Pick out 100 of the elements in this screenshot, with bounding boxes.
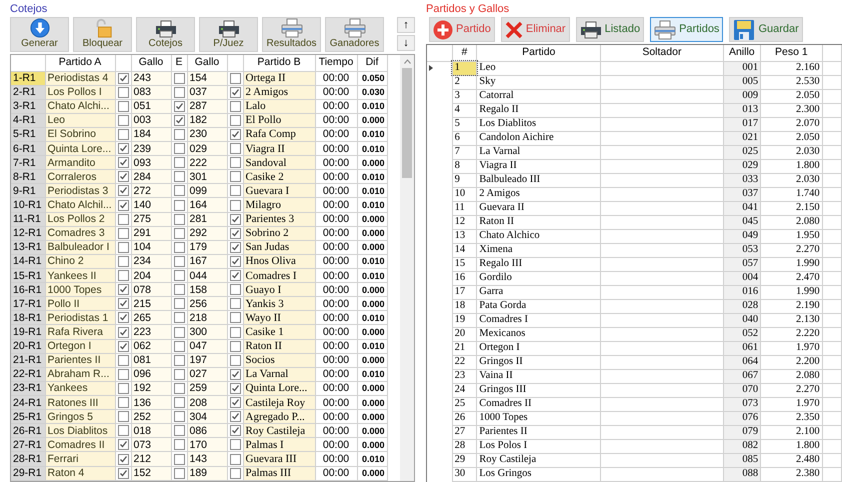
- row-header[interactable]: 3-R1: [11, 99, 45, 114]
- column-header[interactable]: Gallo: [131, 55, 171, 71]
- row-header[interactable]: 21-R1: [11, 353, 45, 368]
- row-header[interactable]: 7-R1: [11, 156, 45, 170]
- checkbox[interactable]: [174, 185, 184, 196]
- checkbox[interactable]: [118, 298, 128, 310]
- checkbox[interactable]: [230, 382, 240, 394]
- row-header[interactable]: 26-R1: [11, 424, 45, 438]
- checkbox[interactable]: [118, 284, 128, 296]
- row-header[interactable]: 9-R1: [11, 184, 45, 198]
- row-header[interactable]: 5-R1: [11, 127, 45, 142]
- checkbox[interactable]: [174, 382, 184, 394]
- checkbox[interactable]: [230, 425, 240, 436]
- scrollbar-thumb[interactable]: [402, 68, 412, 178]
- row-header[interactable]: 15-R1: [11, 268, 45, 283]
- checkbox[interactable]: [230, 86, 240, 98]
- row-header[interactable]: 23-R1: [11, 381, 45, 396]
- move-button[interactable]: ↓: [397, 35, 415, 51]
- checkbox[interactable]: [174, 114, 184, 126]
- checkbox[interactable]: [174, 312, 184, 324]
- checkbox[interactable]: [230, 157, 240, 168]
- checkbox[interactable]: [230, 256, 240, 267]
- row-header[interactable]: 11-R1: [11, 212, 45, 226]
- checkbox[interactable]: [118, 425, 128, 436]
- checkbox[interactable]: [174, 157, 184, 168]
- column-header[interactable]: Soltador: [600, 45, 724, 61]
- checkbox[interactable]: [174, 354, 184, 366]
- checkbox[interactable]: [174, 411, 184, 422]
- checkbox[interactable]: [118, 368, 128, 380]
- row-header[interactable]: 16-R1: [11, 282, 45, 297]
- checkbox[interactable]: [230, 312, 240, 324]
- row-header[interactable]: 25-R1: [11, 410, 45, 424]
- toolbar-button[interactable]: Resultados: [262, 17, 321, 52]
- row-header[interactable]: 4-R1: [11, 113, 45, 128]
- row-header[interactable]: 8-R1: [11, 170, 45, 184]
- checkbox[interactable]: [118, 326, 128, 338]
- checkbox[interactable]: [118, 411, 128, 422]
- checkbox[interactable]: [230, 214, 240, 225]
- checkbox[interactable]: [118, 382, 128, 394]
- checkbox[interactable]: [174, 326, 184, 338]
- checkbox[interactable]: [118, 114, 128, 126]
- checkbox[interactable]: [230, 143, 240, 154]
- column-header[interactable]: Tiempo: [315, 55, 357, 71]
- toolbar-button[interactable]: Bloquear: [73, 17, 132, 52]
- row-header[interactable]: 12-R1: [11, 226, 45, 240]
- toolbar-button[interactable]: P/Juez: [199, 17, 258, 52]
- checkbox[interactable]: [118, 439, 128, 450]
- checkbox[interactable]: [118, 200, 128, 211]
- checkbox[interactable]: [230, 185, 240, 196]
- checkbox[interactable]: [174, 425, 184, 436]
- column-header[interactable]: E: [171, 55, 187, 71]
- toolbar-button[interactable]: Cotejos: [136, 17, 195, 52]
- checkbox[interactable]: [118, 228, 128, 239]
- checkbox[interactable]: [118, 100, 128, 112]
- checkbox[interactable]: [118, 214, 128, 225]
- checkbox[interactable]: [118, 86, 128, 98]
- checkbox[interactable]: [174, 340, 184, 352]
- row-header[interactable]: 24-R1: [11, 396, 45, 410]
- checkbox[interactable]: [174, 270, 184, 282]
- checkbox[interactable]: [118, 312, 128, 324]
- checkbox[interactable]: [174, 86, 184, 98]
- row-header[interactable]: 18-R1: [11, 310, 45, 325]
- checkbox[interactable]: [118, 143, 128, 154]
- row-header[interactable]: 2-R1: [11, 85, 45, 100]
- row-header[interactable]: 22-R1: [11, 367, 45, 382]
- checkbox[interactable]: [118, 340, 128, 352]
- checkbox[interactable]: [230, 454, 240, 464]
- row-header[interactable]: 13-R1: [11, 240, 45, 254]
- toolbar-button[interactable]: Ganadores: [325, 17, 384, 52]
- checkbox[interactable]: [118, 171, 128, 182]
- column-header[interactable]: Dif: [357, 55, 387, 71]
- toolbar-button[interactable]: Generar: [10, 17, 69, 52]
- row-header[interactable]: 17-R1: [11, 296, 45, 311]
- checkbox[interactable]: [230, 411, 240, 422]
- checkbox[interactable]: [118, 397, 128, 408]
- checkbox[interactable]: [230, 114, 240, 126]
- column-header[interactable]: Partido A: [45, 55, 115, 71]
- checkbox[interactable]: [118, 354, 128, 366]
- checkbox[interactable]: [230, 368, 240, 380]
- row-header[interactable]: 10-R1: [11, 198, 45, 212]
- checkbox[interactable]: [230, 439, 240, 450]
- checkbox[interactable]: [118, 270, 128, 282]
- checkbox[interactable]: [174, 468, 184, 479]
- toolbar-button[interactable]: Guardar: [729, 17, 803, 42]
- checkbox[interactable]: [230, 228, 240, 239]
- row-header[interactable]: 28-R1: [11, 452, 45, 466]
- caret-up-icon[interactable]: [404, 59, 410, 64]
- scrollbar[interactable]: [400, 55, 414, 481]
- checkbox[interactable]: [230, 284, 240, 296]
- column-header[interactable]: Gallo: [187, 55, 227, 71]
- checkbox[interactable]: [230, 128, 240, 140]
- toolbar-button[interactable]: Partido: [429, 17, 495, 42]
- row-header[interactable]: 14-R1: [11, 254, 45, 269]
- row-header[interactable]: 27-R1: [11, 438, 45, 452]
- column-header[interactable]: Partido B: [243, 55, 315, 71]
- checkbox[interactable]: [174, 214, 184, 225]
- column-header[interactable]: Anillo: [723, 45, 761, 61]
- checkbox[interactable]: [230, 100, 240, 112]
- row-header[interactable]: 1-R1: [11, 71, 45, 86]
- row-header[interactable]: 20-R1: [11, 339, 45, 354]
